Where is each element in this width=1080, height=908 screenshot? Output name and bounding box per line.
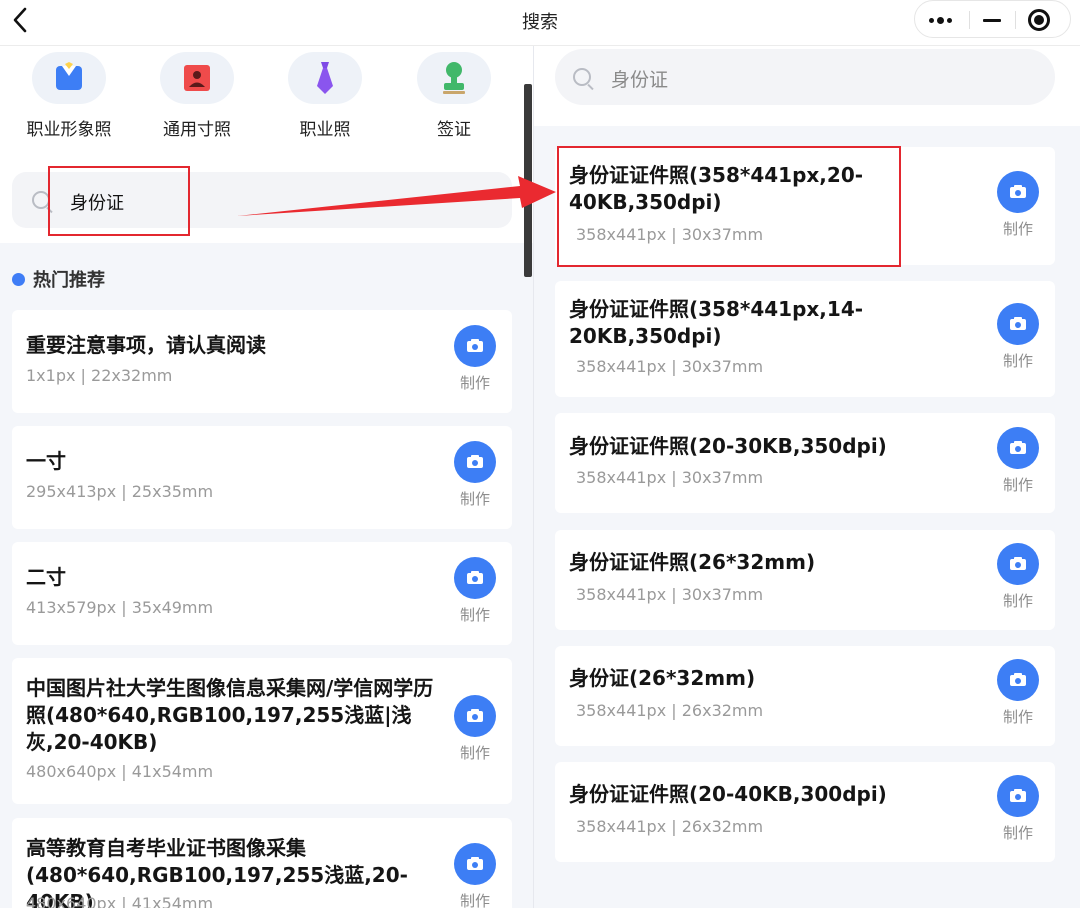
right-header-area: 身份证 xyxy=(534,46,1080,126)
item-spec: 480x640px | 41x54mm xyxy=(26,762,214,781)
make-label: 制作 xyxy=(459,374,490,392)
recommend-item[interactable]: 重要注意事项，请认真阅读 1x1px | 22x32mm 制作 xyxy=(12,310,512,413)
category-label: 通用寸照 xyxy=(163,120,231,140)
make-label: 制作 xyxy=(1002,824,1033,842)
result-item[interactable]: 身份证证件照(20-40KB,300dpi) 358x441px | 26x32… xyxy=(555,762,1055,862)
category-standard-photo[interactable]: 通用寸照 xyxy=(147,52,247,140)
stamp-icon xyxy=(417,52,491,104)
result-spec: 358x441px | 30x37mm xyxy=(576,357,764,376)
business-suit-icon xyxy=(32,52,106,104)
right-search-bar[interactable]: 身份证 xyxy=(555,49,1055,105)
category-label: 签证 xyxy=(437,120,471,140)
necktie-icon xyxy=(288,52,362,104)
category-career-photo[interactable]: 职业照 xyxy=(275,52,375,140)
make-label: 制作 xyxy=(459,744,490,762)
result-item[interactable]: 身份证(26*32mm) 358x441px | 26x32mm 制作 xyxy=(555,646,1055,746)
camera-icon xyxy=(997,659,1039,701)
item-title: 二寸 xyxy=(26,565,66,589)
make-button[interactable]: 制作 xyxy=(996,427,1040,495)
result-spec: 358x441px | 26x32mm xyxy=(576,701,764,720)
capsule-divider xyxy=(969,11,970,29)
make-button[interactable]: 制作 xyxy=(453,441,497,509)
item-spec: 480x640px | 41x54mm xyxy=(26,894,214,908)
highlight-box-search xyxy=(48,166,190,236)
category-label: 职业照 xyxy=(299,120,351,140)
make-button[interactable]: 制作 xyxy=(996,659,1040,727)
make-button[interactable]: 制作 xyxy=(453,843,497,908)
section-title: 热门推荐 xyxy=(33,270,105,291)
navigation-bar: 搜索 xyxy=(0,0,1080,46)
make-label: 制作 xyxy=(1002,708,1033,726)
item-title: 重要注意事项，请认真阅读 xyxy=(26,333,266,357)
search-icon xyxy=(573,68,591,86)
item-spec: 413x579px | 35x49mm xyxy=(26,598,214,617)
make-button[interactable]: 制作 xyxy=(453,325,497,393)
item-title: 中国图片社大学生图像信息采集网/学信网学历照(480*640,RGB100,19… xyxy=(26,676,434,754)
result-spec: 358x441px | 30x37mm xyxy=(576,468,764,487)
result-title: 身份证证件照(26*32mm) xyxy=(569,550,816,574)
make-button[interactable]: 制作 xyxy=(996,171,1040,239)
recommend-item[interactable]: 中国图片社大学生图像信息采集网/学信网学历照(480*640,RGB100,19… xyxy=(12,658,512,804)
more-dots-icon[interactable] xyxy=(925,1,961,39)
category-business-photo[interactable]: 职业形象照 xyxy=(19,52,119,140)
make-label: 制作 xyxy=(1002,592,1033,610)
make-button[interactable]: 制作 xyxy=(453,557,497,625)
camera-icon xyxy=(454,441,496,483)
result-spec: 358x441px | 30x37mm xyxy=(576,585,764,604)
make-label: 制作 xyxy=(459,490,490,508)
category-visa-photo[interactable]: 签证 xyxy=(404,52,504,140)
target-circle-icon[interactable] xyxy=(1023,1,1055,39)
result-title: 身份证证件照(358*441px,14-20KB,350dpi) xyxy=(569,297,864,348)
result-item[interactable]: 身份证证件照(20-30KB,350dpi) 358x441px | 30x37… xyxy=(555,413,1055,513)
camera-icon xyxy=(454,325,496,367)
lightning-icon xyxy=(12,272,25,286)
camera-icon xyxy=(997,171,1039,213)
portrait-icon xyxy=(160,52,234,104)
result-title: 身份证(26*32mm) xyxy=(569,666,756,690)
make-label: 制作 xyxy=(459,892,490,908)
make-label: 制作 xyxy=(1002,352,1033,370)
make-label: 制作 xyxy=(459,606,490,624)
camera-icon xyxy=(454,695,496,737)
result-title: 身份证证件照(20-30KB,350dpi) xyxy=(569,434,887,458)
make-button[interactable]: 制作 xyxy=(996,543,1040,611)
camera-icon xyxy=(454,843,496,885)
result-item[interactable]: 身份证证件照(358*441px,14-20KB,350dpi) 358x441… xyxy=(555,281,1055,397)
make-button[interactable]: 制作 xyxy=(996,775,1040,843)
item-spec: 295x413px | 25x35mm xyxy=(26,482,214,501)
right-search-input[interactable]: 身份证 xyxy=(611,65,668,92)
camera-icon xyxy=(997,427,1039,469)
camera-icon xyxy=(454,557,496,599)
make-label: 制作 xyxy=(1002,220,1033,238)
make-button[interactable]: 制作 xyxy=(996,303,1040,371)
recommend-item[interactable]: 二寸 413x579px | 35x49mm 制作 xyxy=(12,542,512,645)
recommend-item[interactable]: 一寸 295x413px | 25x35mm 制作 xyxy=(12,426,512,529)
make-button[interactable]: 制作 xyxy=(453,695,497,763)
capsule-divider xyxy=(1015,11,1016,29)
scrollbar-thumb[interactable] xyxy=(524,84,532,277)
result-title: 身份证证件照(20-40KB,300dpi) xyxy=(569,782,887,806)
result-spec: 358x441px | 26x32mm xyxy=(576,817,764,836)
minimize-icon[interactable] xyxy=(977,1,1007,39)
camera-icon xyxy=(997,543,1039,585)
category-label: 职业形象照 xyxy=(26,120,112,140)
section-header: 热门推荐 xyxy=(12,266,105,292)
mini-program-capsule xyxy=(914,0,1071,38)
item-title: 一寸 xyxy=(26,449,66,473)
camera-icon xyxy=(997,303,1039,345)
camera-icon xyxy=(997,775,1039,817)
result-item[interactable]: 身份证证件照(26*32mm) 358x441px | 30x37mm 制作 xyxy=(555,530,1055,630)
item-spec: 1x1px | 22x32mm xyxy=(26,366,173,385)
make-label: 制作 xyxy=(1002,476,1033,494)
highlight-box-result xyxy=(557,146,901,267)
recommend-item[interactable]: 高等教育自考毕业证书图像采集(480*640,RGB100,197,255浅蓝,… xyxy=(12,818,512,908)
